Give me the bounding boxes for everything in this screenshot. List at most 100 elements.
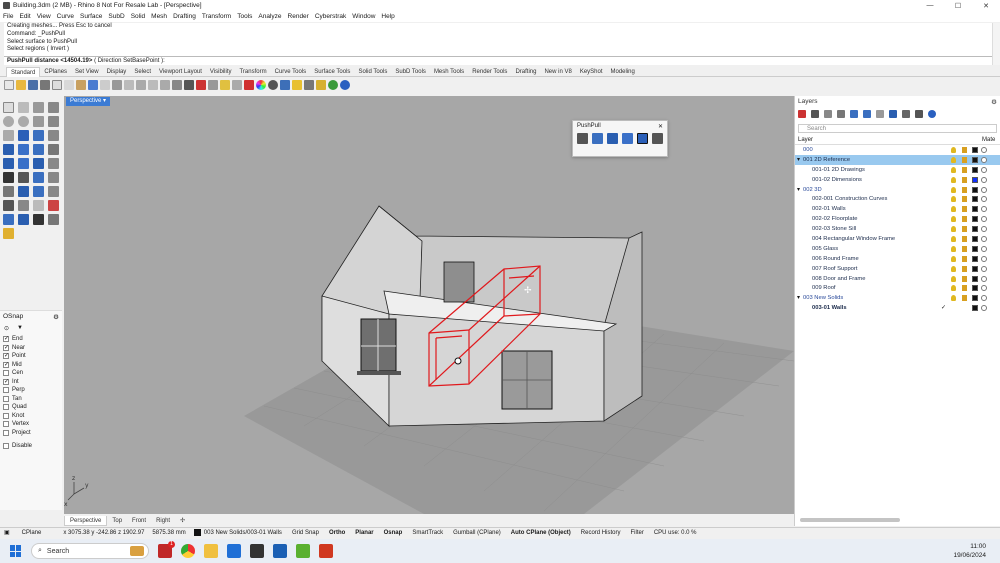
solid-icon[interactable] (18, 144, 29, 155)
viewport-canvas[interactable]: ✢ z y x (64, 96, 794, 514)
open-file-icon[interactable] (16, 80, 26, 90)
osnap-item[interactable]: ✓ Near (0, 344, 62, 353)
expand-toggle-icon[interactable]: ▾ (797, 187, 800, 193)
add-viewport-icon[interactable]: ✢ (175, 516, 190, 526)
tab-top[interactable]: Top (107, 516, 127, 526)
lock-icon[interactable] (962, 295, 967, 302)
checkbox[interactable]: ✓ (3, 361, 9, 368)
tab-front[interactable]: Front (127, 516, 151, 526)
layer-row[interactable]: 001-02 Dimensions (795, 175, 1000, 185)
visibility-bulb-icon[interactable] (951, 216, 956, 223)
cut-icon[interactable] (64, 80, 74, 90)
rectangle-icon[interactable] (3, 130, 14, 141)
menu-help[interactable]: Help (381, 13, 394, 20)
layer-row[interactable]: 002-001 Construction Curves (795, 194, 1000, 204)
mirror-icon[interactable] (3, 200, 14, 211)
windows-start-icon[interactable] (10, 545, 22, 557)
menu-mesh[interactable]: Mesh (151, 13, 167, 20)
osnap-item[interactable]: Vertex (0, 420, 62, 429)
lock-icon[interactable] (962, 196, 967, 203)
layer-row[interactable]: 002-03 Stone Sill (795, 224, 1000, 234)
properties-icon[interactable] (292, 80, 302, 90)
arc-icon[interactable] (48, 116, 59, 127)
layers-horizontal-scrollbar[interactable] (800, 518, 900, 522)
zoom-window-icon[interactable] (136, 80, 146, 90)
lock-icon[interactable] (962, 226, 967, 233)
layer-color-swatch[interactable] (972, 305, 978, 312)
lock-icon[interactable] (962, 146, 967, 153)
pan-icon[interactable] (100, 80, 110, 90)
visibility-bulb-icon[interactable] (951, 275, 956, 282)
layer-color-swatch[interactable] (972, 255, 978, 262)
rotate-icon[interactable] (33, 186, 44, 197)
checkbox[interactable] (3, 370, 9, 377)
material-icon[interactable] (981, 196, 987, 203)
lock-icon[interactable] (962, 285, 967, 292)
rotate-view-icon[interactable] (112, 80, 122, 90)
group-icon[interactable] (48, 172, 59, 183)
options-icon[interactable] (316, 80, 326, 90)
layer-color-swatch[interactable] (972, 156, 978, 163)
checkbox[interactable] (3, 421, 9, 428)
light-icon[interactable] (220, 80, 230, 90)
visibility-bulb-icon[interactable] (951, 186, 956, 193)
boolean-icon[interactable] (3, 158, 14, 169)
offset-face-icon[interactable] (622, 133, 633, 144)
explode-icon[interactable] (33, 172, 44, 183)
lock-icon[interactable] (962, 156, 967, 163)
layer-row[interactable]: 005 Glass (795, 244, 1000, 254)
cplane-icon[interactable] (184, 80, 194, 90)
layer-states-icon[interactable] (902, 110, 910, 118)
material-icon[interactable] (981, 156, 987, 163)
menu-render[interactable]: Render (288, 13, 309, 20)
layer-row[interactable]: 003-01 Walls ✓ (795, 303, 1000, 313)
lock-icon[interactable]: ▣ (4, 529, 10, 536)
cplane-label[interactable]: CPlane (22, 530, 42, 536)
menu-solid[interactable]: Solid (131, 13, 145, 20)
status-toggle[interactable]: Gumball (CPlane) (453, 530, 501, 536)
layer-icon[interactable] (280, 80, 290, 90)
layer-color-swatch[interactable] (972, 245, 978, 252)
polygon-icon[interactable] (33, 116, 44, 127)
status-toggle[interactable]: CPU use: 0.0 % (654, 530, 697, 536)
checkbox[interactable] (3, 443, 9, 450)
minimize-button[interactable]: — (916, 2, 944, 9)
status-toggle[interactable]: Osnap (384, 530, 403, 536)
menu-surface[interactable]: Surface (80, 13, 102, 20)
tab-render-tools[interactable]: Render Tools (468, 67, 511, 77)
status-toggle[interactable]: Record History (581, 530, 621, 536)
zoom-selected-icon[interactable] (160, 80, 170, 90)
hide-icon[interactable] (208, 80, 218, 90)
menu-subd[interactable]: SubD (108, 13, 124, 20)
checkbox[interactable] (3, 429, 9, 436)
fillet-icon[interactable] (48, 130, 59, 141)
move-up-icon[interactable] (850, 110, 858, 118)
menu-cyberstrak[interactable]: Cyberstrak (315, 13, 346, 20)
osnap-item[interactable]: ✓ Mid (0, 361, 62, 370)
copy-icon[interactable] (52, 80, 62, 90)
menu-tools[interactable]: Tools (237, 13, 252, 20)
lock-icon[interactable] (962, 235, 967, 242)
tab-mesh-tools[interactable]: Mesh Tools (430, 67, 468, 77)
material-icon[interactable] (981, 255, 987, 262)
select-icon[interactable] (196, 80, 206, 90)
move-icon[interactable] (3, 186, 14, 197)
osnap-persistent-icon[interactable]: ⊙ (4, 325, 9, 332)
tab-viewport-layout[interactable]: Viewport Layout (155, 67, 206, 77)
material-icon[interactable] (981, 166, 987, 173)
layer-color-swatch[interactable] (972, 146, 978, 153)
base-point-marker[interactable] (454, 357, 462, 365)
command-prompt-options[interactable]: ( Direction SetBasePoint ): (94, 58, 165, 64)
dimension-icon[interactable] (33, 200, 44, 211)
gear-icon[interactable]: ⚙ (53, 313, 59, 321)
material-icon[interactable] (981, 206, 987, 213)
new-sublayer-icon[interactable] (811, 110, 819, 118)
checkbox[interactable]: ✓ (3, 344, 9, 351)
layer-settings-icon[interactable] (837, 110, 845, 118)
material-icon[interactable] (981, 235, 987, 242)
move-down-icon[interactable] (863, 110, 871, 118)
menu-analyze[interactable]: Analyze (258, 13, 281, 20)
undo-icon[interactable] (88, 80, 98, 90)
move-face-icon[interactable] (637, 133, 648, 144)
back-door[interactable] (443, 261, 475, 303)
